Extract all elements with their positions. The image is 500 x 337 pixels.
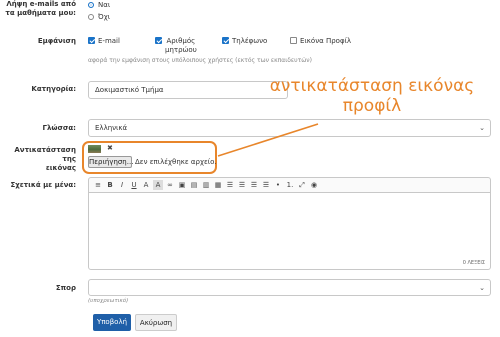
annotation-arrow (217, 123, 319, 157)
